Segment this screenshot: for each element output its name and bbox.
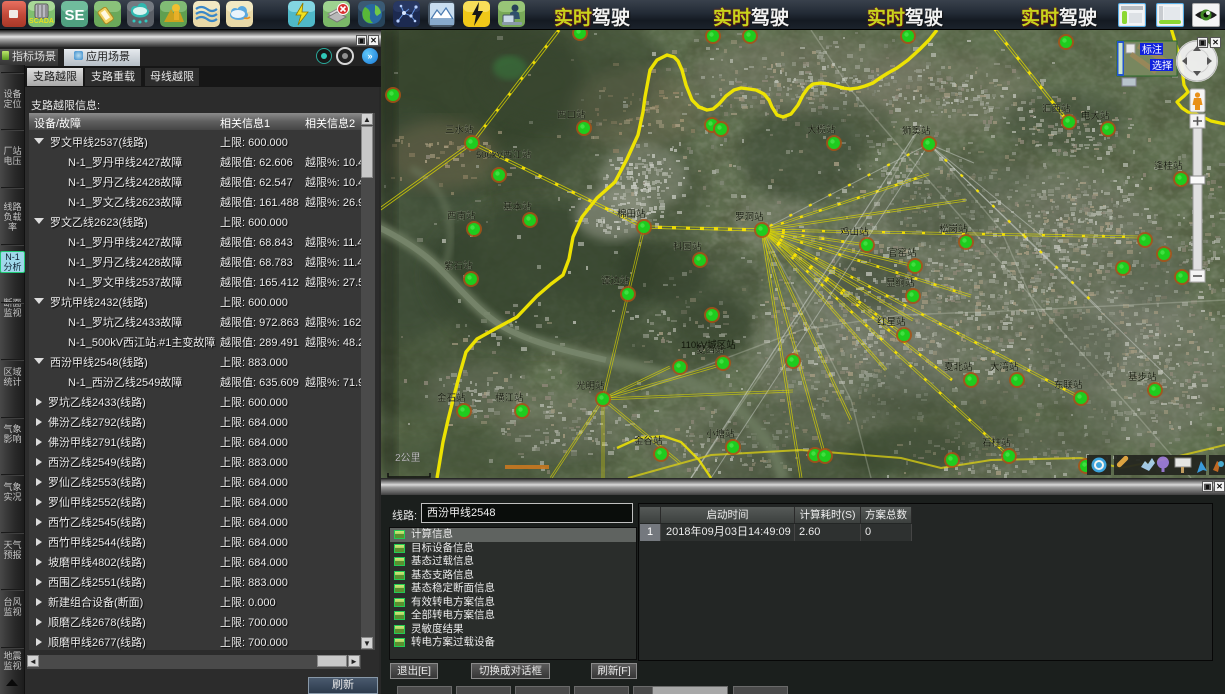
svg-text:红星站: 红星站	[877, 316, 906, 328]
svg-text:500kV西江站: 500kV西江站	[476, 149, 532, 161]
svg-text:石柱站: 石柱站	[982, 437, 1011, 449]
svg-text:罗洞站: 罗洞站	[735, 211, 764, 223]
svg-text:大榄站: 大榄站	[807, 124, 836, 136]
svg-text:逢桂站: 逢桂站	[1154, 160, 1183, 172]
svg-text:110kV城区站: 110kV城区站	[681, 339, 736, 351]
svg-text:SCADA: SCADA	[29, 18, 54, 25]
svg-text:小塘站: 小塘站	[706, 428, 735, 440]
svg-text:紫石站: 紫石站	[444, 260, 473, 272]
svg-text:三水站: 三水站	[445, 124, 474, 136]
svg-text:标注: 标注	[1142, 43, 1162, 56]
svg-text:横江站: 横江站	[495, 392, 524, 404]
svg-text:金谷站: 金谷站	[634, 435, 663, 447]
svg-text:棉田站: 棉田站	[617, 208, 646, 220]
svg-text:官窑站: 官窑站	[888, 247, 917, 259]
svg-text:谭边站: 谭边站	[601, 275, 630, 287]
svg-text:选择: 选择	[1152, 59, 1172, 72]
svg-text:鸡山站: 鸡山站	[840, 226, 869, 238]
svg-text:基步站: 基步站	[1128, 371, 1157, 383]
svg-text:汇西站: 汇西站	[1042, 103, 1071, 115]
svg-text:科园站: 科园站	[673, 241, 702, 253]
svg-text:显纲站: 显纲站	[886, 277, 915, 289]
svg-text:狮窦站: 狮窦站	[902, 125, 931, 137]
svg-text:SE: SE	[64, 7, 84, 24]
svg-text:基本站: 基本站	[503, 201, 532, 213]
svg-text:电大站: 电大站	[1081, 110, 1110, 122]
svg-text:金石站: 金石站	[437, 392, 466, 404]
svg-text:东联站: 东联站	[1054, 379, 1083, 391]
svg-text:2公里: 2公里	[395, 452, 421, 464]
svg-text:夏北站: 夏北站	[944, 361, 973, 373]
svg-text:松岗站: 松岗站	[939, 223, 968, 235]
svg-text:大湾站: 大湾站	[990, 361, 1019, 373]
svg-text:光明站: 光明站	[576, 380, 605, 392]
svg-text:西南站: 西南站	[447, 210, 476, 222]
svg-text:西口站: 西口站	[557, 109, 586, 121]
